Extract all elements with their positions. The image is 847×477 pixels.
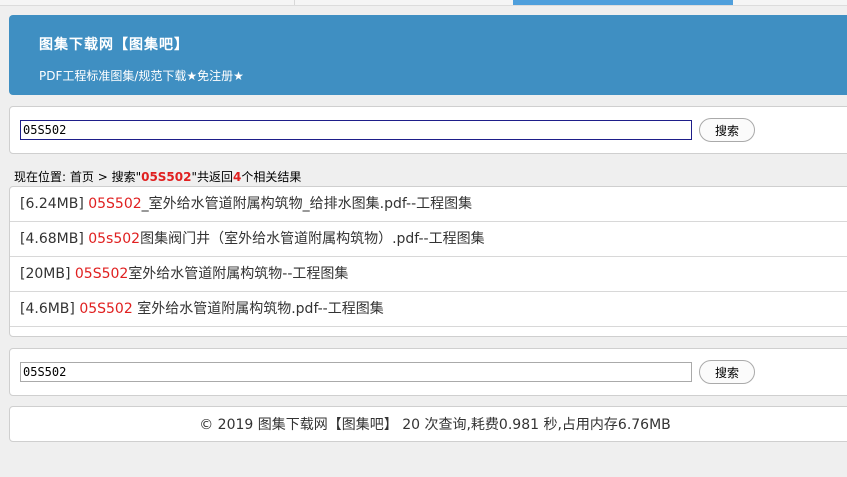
tab-divider	[294, 0, 295, 5]
result-item[interactable]: [4.68MB] 05s502图集阀门井（室外给水管道附属构筑物）.pdf--工…	[10, 222, 847, 257]
footer-text: © 2019 图集下载网【图集吧】 20 次查询,耗费0.981 秒,占用内存6…	[199, 417, 671, 433]
result-title[interactable]: _室外给水管道附属构筑物_给排水图集.pdf--工程图集	[142, 196, 473, 212]
search-input-bottom[interactable]	[20, 362, 692, 382]
result-size: [6.24MB]	[20, 196, 89, 212]
result-match[interactable]: 05S502	[79, 301, 132, 317]
breadcrumb-mid: "共返回	[191, 170, 234, 184]
search-input-top[interactable]	[20, 120, 692, 140]
site-subtitle: PDF工程标准图集/规范下载★免注册★	[39, 69, 244, 83]
breadcrumb-prefix: 现在位置:	[14, 170, 70, 184]
result-item[interactable]: [4.6MB] 05S502 室外给水管道附属构筑物.pdf--工程图集	[10, 292, 847, 327]
result-match[interactable]: 05S502	[75, 266, 128, 282]
breadcrumb-search-label: 搜索"	[111, 170, 142, 184]
site-title[interactable]: 图集下载网【图集吧】	[39, 34, 189, 54]
result-match[interactable]: 05s502	[88, 231, 140, 247]
result-match[interactable]: 05S502	[88, 196, 141, 212]
breadcrumb-keyword: 05S502	[141, 170, 192, 184]
breadcrumb-separator: >	[93, 170, 112, 184]
result-size: [4.6MB]	[20, 301, 80, 317]
search-panel-bottom: 搜索	[9, 348, 847, 396]
breadcrumb-home-link[interactable]: 首页	[70, 170, 94, 184]
results-list: [6.24MB] 05S502_室外给水管道附属构筑物_给排水图集.pdf--工…	[9, 186, 847, 337]
result-size: [20MB]	[20, 266, 75, 282]
site-header: 图集下载网【图集吧】 PDF工程标准图集/规范下载★免注册★	[9, 15, 847, 95]
top-tab-bar	[0, 0, 847, 6]
breadcrumb-suffix: 个相关结果	[241, 170, 302, 184]
result-size: [4.68MB]	[20, 231, 89, 247]
active-tab-indicator[interactable]	[513, 0, 733, 5]
search-panel-top: 搜索	[9, 106, 847, 154]
breadcrumb: 现在位置: 首页 > 搜索"05S502"共返回4个相关结果	[14, 168, 301, 185]
result-item[interactable]: [20MB] 05S502室外给水管道附属构筑物--工程图集	[10, 257, 847, 292]
result-title[interactable]: 图集阀门井（室外给水管道附属构筑物）.pdf--工程图集	[140, 231, 485, 247]
search-button-top[interactable]: 搜索	[699, 118, 755, 142]
result-title[interactable]: 室外给水管道附属构筑物.pdf--工程图集	[133, 301, 384, 317]
result-title[interactable]: 室外给水管道附属构筑物--工程图集	[128, 266, 348, 282]
result-item[interactable]: [6.24MB] 05S502_室外给水管道附属构筑物_给排水图集.pdf--工…	[10, 187, 847, 222]
footer: © 2019 图集下载网【图集吧】 20 次查询,耗费0.981 秒,占用内存6…	[9, 406, 847, 442]
search-button-bottom[interactable]: 搜索	[699, 360, 755, 384]
